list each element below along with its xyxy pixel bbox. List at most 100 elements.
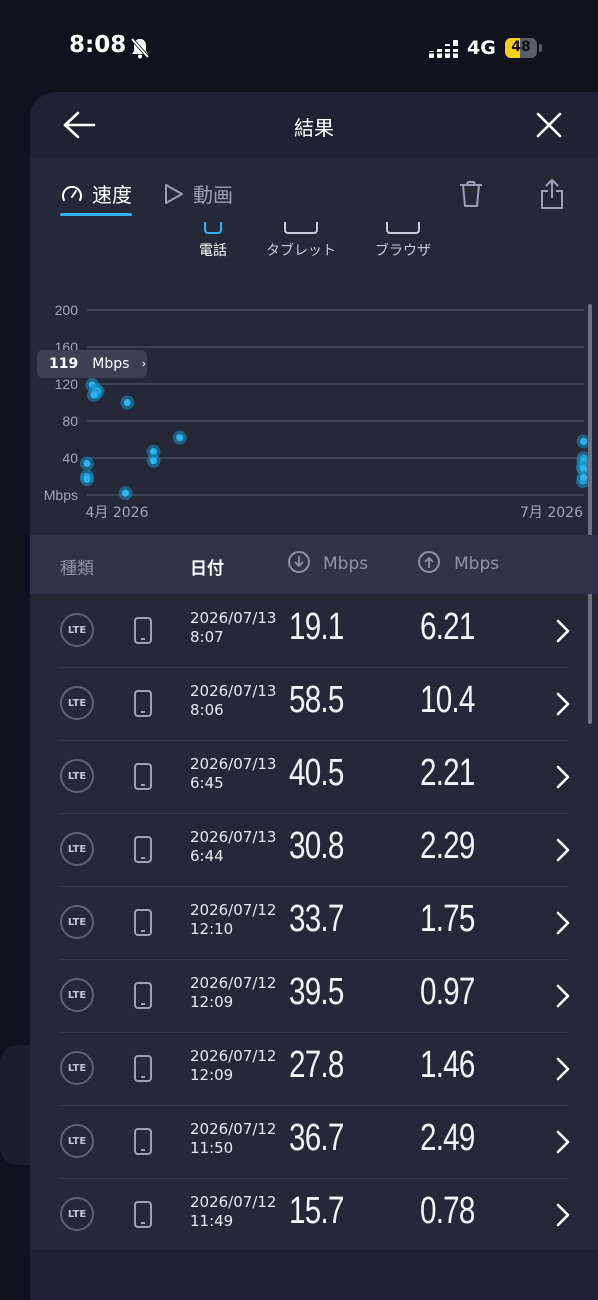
sheet-footer [30, 1249, 598, 1300]
play-icon [165, 183, 183, 204]
battery-icon: 48 [505, 38, 537, 58]
trash-icon[interactable] [458, 180, 484, 208]
share-icon[interactable] [540, 178, 564, 210]
upload-value: 2.29 [420, 825, 475, 867]
tab-video[interactable]: 動画 [163, 179, 233, 208]
header-upload[interactable]: Mbps [454, 554, 499, 574]
device-filter-tablet[interactable]: タブレット [260, 222, 342, 260]
table-row[interactable]: LTE 2026/07/13 8:07 19.1 6.21 [60, 594, 570, 668]
download-value: 58.5 [289, 679, 344, 721]
speedometer-icon [62, 185, 82, 201]
device-filter-tablet-label: タブレット [266, 243, 336, 259]
scrollbar[interactable] [588, 304, 592, 724]
chevron-right-icon [556, 619, 570, 643]
network-type: 4G [467, 37, 496, 59]
y-tick-label: 200 [55, 302, 79, 318]
download-value: 36.7 [289, 1117, 344, 1159]
close-icon[interactable] [534, 110, 564, 140]
table-header [30, 535, 598, 594]
data-point[interactable] [90, 391, 98, 399]
table-row[interactable]: LTE 2026/07/12 11:49 15.7 0.78 [60, 1178, 570, 1252]
row-datetime: 2026/07/12 12:09 [190, 1047, 276, 1085]
row-time: 12:09 [190, 993, 234, 1011]
tab-speed-label: 速度 [92, 183, 132, 207]
row-date: 2026/07/13 [190, 828, 277, 846]
row-datetime: 2026/07/12 11:49 [190, 1193, 276, 1231]
upload-value: 1.46 [420, 1044, 475, 1086]
row-time: 6:45 [190, 774, 224, 792]
table-row[interactable]: LTE 2026/07/12 12:09 27.8 1.46 [60, 1032, 570, 1106]
speed-scatter-chart[interactable]: 2001601208040Mbps4月 2026 7月 2026 [30, 292, 598, 532]
table-row[interactable]: LTE 2026/07/12 11:50 36.7 2.49 [60, 1105, 570, 1179]
y-axis-unit: Mbps [44, 487, 78, 503]
chevron-right-icon [556, 1057, 570, 1081]
header-download[interactable]: Mbps [323, 554, 368, 574]
row-date: 2026/07/13 [190, 609, 277, 627]
x-tick-label: 7月 2026 [520, 505, 583, 521]
battery-tip [539, 44, 542, 52]
phone-icon [134, 1055, 152, 1082]
row-date: 2026/07/12 [190, 974, 277, 992]
lte-badge: LTE [60, 613, 94, 647]
upload-value: 10.4 [420, 679, 475, 721]
row-date: 2026/07/12 [190, 1193, 277, 1211]
data-point[interactable] [176, 434, 184, 442]
row-time: 12:10 [190, 920, 234, 938]
upload-icon [418, 551, 440, 573]
download-value: 19.1 [289, 606, 344, 648]
download-value: 15.7 [289, 1190, 344, 1232]
header-type[interactable]: 種類 [60, 554, 94, 579]
row-datetime: 2026/07/12 12:09 [190, 974, 276, 1012]
chart-value-tooltip[interactable]: 119 Mbps [37, 350, 147, 378]
battery-level: 48 [511, 39, 531, 55]
row-datetime: 2026/07/12 12:10 [190, 901, 276, 939]
row-time: 11:50 [190, 1139, 234, 1157]
phone-device-icon [204, 222, 222, 234]
data-point[interactable] [83, 460, 91, 468]
bell-muted-icon [130, 37, 150, 59]
table-row[interactable]: LTE 2026/07/12 12:10 33.7 1.75 [60, 886, 570, 960]
download-icon [288, 551, 310, 573]
header-date[interactable]: 日付 [190, 554, 224, 579]
data-point[interactable] [580, 437, 588, 445]
table-row[interactable]: LTE 2026/07/13 6:44 30.8 2.29 [60, 813, 570, 887]
chevron-right-icon [556, 692, 570, 716]
row-datetime: 2026/07/13 6:44 [190, 828, 276, 866]
phone-icon [134, 690, 152, 717]
phone-icon [134, 836, 152, 863]
row-date: 2026/07/13 [190, 682, 277, 700]
y-tick-label: 80 [62, 413, 78, 429]
data-point[interactable] [123, 399, 131, 406]
tab-speed[interactable]: 速度 [60, 179, 132, 208]
data-point[interactable] [122, 489, 129, 497]
row-time: 8:06 [190, 701, 224, 719]
device-filter-phone-label: 電話 [199, 243, 227, 259]
data-point[interactable] [580, 473, 588, 481]
device-filter-browser[interactable]: ブラウザ [370, 222, 436, 260]
device-filter-phone[interactable]: 電話 [192, 222, 234, 260]
page-title: 結果 [294, 116, 334, 140]
table-row[interactable]: LTE 2026/07/13 8:06 58.5 10.4 [60, 667, 570, 741]
download-value: 27.8 [289, 1044, 344, 1086]
y-tick-label: 120 [55, 376, 79, 392]
tooltip-unit: Mbps [92, 356, 130, 372]
device-filter-browser-label: ブラウザ [375, 243, 431, 259]
lte-badge: LTE [60, 759, 94, 793]
chevron-right-icon [556, 1130, 570, 1154]
chevron-right-icon [556, 1203, 570, 1227]
table-row[interactable]: LTE 2026/07/12 12:09 39.5 0.97 [60, 959, 570, 1033]
row-date: 2026/07/12 [190, 901, 277, 919]
data-point[interactable] [83, 475, 91, 483]
signal-strength-icon [429, 40, 458, 58]
table-row[interactable]: LTE 2026/07/13 6:45 40.5 2.21 [60, 740, 570, 814]
upload-value: 2.21 [420, 752, 475, 794]
phone-icon [134, 982, 152, 1009]
chevron-right-icon [142, 361, 146, 367]
row-datetime: 2026/07/13 8:06 [190, 682, 276, 720]
upload-value: 2.49 [420, 1117, 475, 1159]
data-point[interactable] [150, 457, 157, 465]
tab-video-label: 動画 [193, 183, 233, 207]
tablet-device-icon [284, 222, 318, 234]
row-datetime: 2026/07/13 6:45 [190, 755, 276, 793]
upload-value: 1.75 [420, 898, 475, 940]
